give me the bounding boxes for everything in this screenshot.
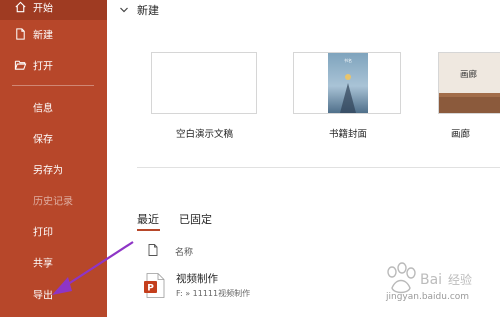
active-tab-indicator	[137, 229, 160, 231]
home-icon	[15, 1, 26, 13]
template-thumbnail: 画廊	[438, 52, 500, 114]
new-section-header[interactable]: 新建	[119, 2, 159, 18]
template-thumbnail: 书名	[293, 52, 401, 114]
gallery-thumb-title: 画廊	[460, 69, 478, 80]
sidebar-item-print[interactable]: 打印	[0, 218, 107, 244]
sidebar-item-label: 新建	[33, 30, 53, 42]
sidebar-item-label: 另存为	[33, 165, 63, 177]
template-thumbnail	[151, 52, 257, 114]
sidebar-item-label: 导出	[33, 290, 53, 302]
sidebar-item-home[interactable]: 开始	[0, 0, 107, 20]
svg-text:经验: 经验	[448, 272, 472, 287]
svg-text:Bai: Bai	[420, 272, 442, 288]
new-section-title: 新建	[137, 4, 159, 17]
tab-pinned[interactable]: 已固定	[179, 211, 212, 227]
name-column-header[interactable]: 名称	[175, 245, 193, 258]
sidebar-divider	[12, 85, 94, 86]
baidu-watermark-logo: Bai 经验	[387, 262, 472, 294]
sidebar-item-info[interactable]: 信息	[0, 94, 107, 120]
sidebar-item-save-as[interactable]: 另存为	[0, 156, 107, 182]
template-label: 空白演示文稿	[176, 129, 234, 140]
tab-recent[interactable]: 最近	[137, 211, 159, 227]
sidebar-item-label: 信息	[33, 103, 53, 115]
sidebar-item-new[interactable]: 新建	[0, 21, 107, 47]
gallery-preview: 画廊	[439, 53, 500, 113]
sidebar-item-label: 共享	[33, 258, 53, 270]
backstage-sidebar: 开始 新建 打开 信息 保存 另存为 历史记录 打印 共享 导出	[0, 0, 107, 317]
sidebar-item-label: 打印	[33, 227, 53, 239]
template-label: 画廊	[451, 129, 471, 140]
chevron-down-icon	[120, 7, 128, 13]
sidebar-item-share[interactable]: 共享	[0, 249, 107, 275]
sidebar-item-label: 打开	[33, 61, 53, 73]
new-file-icon	[16, 28, 25, 40]
sidebar-item-export[interactable]: 导出	[0, 281, 107, 307]
sidebar-item-open[interactable]: 打开	[0, 52, 107, 78]
document-icon	[148, 244, 158, 256]
sidebar-item-label: 保存	[33, 134, 53, 146]
section-divider	[137, 167, 500, 168]
book-cover-preview: 书名	[328, 53, 368, 113]
file-path: F: » 11111视频制作	[176, 289, 251, 298]
powerpoint-file-icon: P	[144, 273, 165, 298]
template-label: 书籍封面	[329, 129, 368, 140]
watermark-text: jingyan.baidu.com	[386, 292, 470, 302]
file-name: 视频制作	[176, 273, 218, 285]
sidebar-item-label: 开始	[33, 3, 53, 15]
svg-text:P: P	[147, 284, 154, 294]
sidebar-item-history[interactable]: 历史记录	[0, 187, 107, 213]
book-cover-title: 书名	[344, 57, 352, 63]
sidebar-item-save[interactable]: 保存	[0, 125, 107, 151]
folder-open-icon	[14, 60, 27, 70]
sidebar-item-label: 历史记录	[33, 196, 73, 208]
